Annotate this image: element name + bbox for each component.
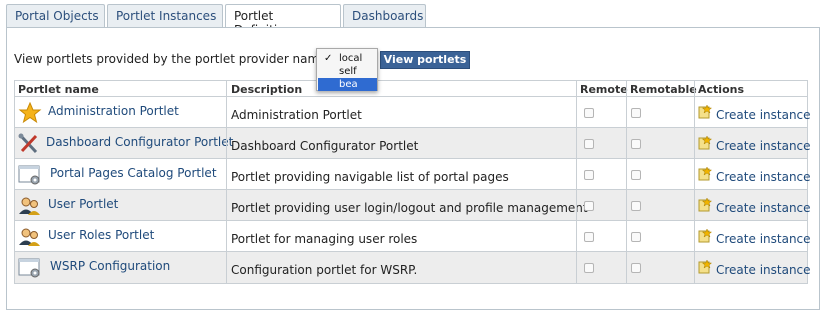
table-row: User Roles Portlet Portlet for managing …: [15, 221, 811, 252]
portlet-description: Portlet providing user login/logout and …: [231, 201, 588, 215]
create-instance-link[interactable]: Create instance: [716, 232, 811, 246]
create-instance-icon[interactable]: [698, 259, 713, 274]
remote-checkbox[interactable]: [584, 263, 594, 273]
portlet-name-link[interactable]: User Roles Portlet: [48, 228, 154, 242]
window-gear-icon: [18, 257, 42, 279]
remote-checkbox[interactable]: [584, 201, 594, 211]
portlet-name-link[interactable]: Dashboard Configurator Portlet: [46, 135, 233, 149]
provider-select-dropdown[interactable]: local self bea: [316, 48, 378, 91]
header-remote: Remote: [580, 83, 628, 96]
portlet-description: Portlet providing navigable list of port…: [231, 170, 509, 184]
remotable-checkbox[interactable]: [631, 108, 641, 118]
remotable-checkbox[interactable]: [631, 263, 641, 273]
create-instance-icon[interactable]: [698, 135, 713, 150]
star-icon: [18, 101, 42, 124]
portlet-name-link[interactable]: WSRP Configuration: [50, 259, 170, 273]
create-instance-icon[interactable]: [698, 228, 713, 243]
portlet-definitions-table: Portlet name Description Remote Remotabl…: [14, 80, 811, 284]
provider-option-bea[interactable]: bea: [318, 78, 377, 91]
portlet-name-link[interactable]: User Portlet: [48, 197, 118, 211]
provider-option-self[interactable]: self: [318, 65, 377, 78]
table-row: Dashboard Configurator Portlet Dashboard…: [15, 128, 811, 159]
tab-portlet-definitions[interactable]: Portlet Definitions: [225, 4, 341, 37]
tab-portal-objects[interactable]: Portal Objects: [6, 4, 105, 28]
portlet-name-link[interactable]: Portal Pages Catalog Portlet: [50, 166, 217, 180]
tab-label: Dashboards: [352, 9, 424, 23]
option-label: bea: [339, 79, 358, 90]
create-instance-link[interactable]: Create instance: [716, 139, 811, 153]
tools-icon: [17, 133, 41, 155]
tab-dashboards[interactable]: Dashboards: [343, 4, 426, 28]
remotable-checkbox[interactable]: [631, 201, 641, 211]
create-instance-link[interactable]: Create instance: [716, 108, 811, 122]
header-portlet-name: Portlet name: [18, 83, 99, 96]
table-row: Portal Pages Catalog Portlet Portlet pro…: [15, 159, 811, 190]
tab-portlet-instances[interactable]: Portlet Instances: [107, 4, 223, 28]
remote-checkbox[interactable]: [584, 232, 594, 242]
remotable-checkbox[interactable]: [631, 139, 641, 149]
option-label: local: [339, 53, 363, 64]
portlet-description: Portlet for managing user roles: [231, 232, 418, 246]
header-actions: Actions: [698, 83, 744, 96]
table-row: Administration Portlet Administration Po…: [15, 97, 811, 128]
remote-checkbox[interactable]: [584, 139, 594, 149]
provider-label: View portlets provided by the portlet pr…: [14, 52, 335, 66]
remote-checkbox[interactable]: [584, 108, 594, 118]
users-icon: [18, 195, 42, 217]
portlet-name-link[interactable]: Administration Portlet: [48, 104, 179, 118]
table-row: WSRP Configuration Configuration portlet…: [15, 252, 811, 283]
create-instance-link[interactable]: Create instance: [716, 201, 811, 215]
option-label: self: [339, 66, 357, 77]
view-portlets-button[interactable]: View portlets: [380, 51, 470, 69]
create-instance-link[interactable]: Create instance: [716, 263, 811, 277]
table-body: Administration Portlet Administration Po…: [15, 97, 811, 283]
header-description: Description: [231, 83, 303, 96]
remotable-checkbox[interactable]: [631, 232, 641, 242]
remotable-checkbox[interactable]: [631, 170, 641, 180]
tab-label: Portal Objects: [15, 9, 99, 23]
create-instance-icon[interactable]: [698, 104, 713, 119]
create-instance-icon[interactable]: [698, 197, 713, 212]
portlet-description: Dashboard Configurator Portlet: [231, 139, 419, 153]
remote-checkbox[interactable]: [584, 170, 594, 180]
provider-option-local[interactable]: local: [318, 52, 377, 65]
table-row: User Portlet Portlet providing user logi…: [15, 190, 811, 221]
tab-label: Portlet Instances: [116, 9, 217, 23]
table-header: Portlet name Description Remote Remotabl…: [15, 81, 807, 97]
create-instance-icon[interactable]: [698, 166, 713, 181]
portlet-description: Administration Portlet: [231, 108, 362, 122]
portlet-description: Configuration portlet for WSRP.: [231, 263, 418, 277]
header-remotable: Remotable: [630, 83, 697, 96]
create-instance-link[interactable]: Create instance: [716, 170, 811, 184]
users-icon: [18, 226, 42, 248]
window-gear-icon: [18, 164, 42, 186]
